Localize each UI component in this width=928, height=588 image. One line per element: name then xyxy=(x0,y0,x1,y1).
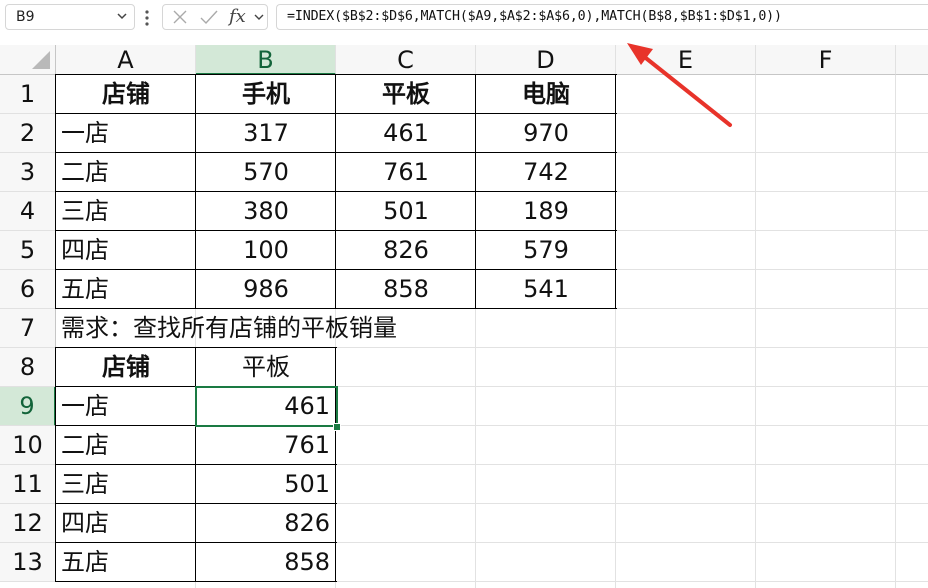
row-header-9[interactable]: 9 xyxy=(0,387,56,426)
row-header-6[interactable]: 6 xyxy=(0,270,56,309)
table-border-line xyxy=(55,74,56,309)
table-border-line xyxy=(56,503,337,504)
formula-text: =INDEX($B$2:$D$6,MATCH($A9,$A$2:$A$6,0),… xyxy=(287,9,782,24)
cell-b3[interactable]: 570 xyxy=(196,153,336,192)
cell-b12[interactable]: 826 xyxy=(196,504,336,543)
cell-d3[interactable]: 742 xyxy=(476,153,616,192)
cell-a13[interactable]: 五店 xyxy=(56,543,196,582)
table-border-line xyxy=(475,74,476,309)
cell-a3[interactable]: 二店 xyxy=(56,153,196,192)
chevron-down-icon[interactable] xyxy=(116,10,128,22)
row-header-1[interactable]: 1 xyxy=(0,75,56,114)
table-border-line xyxy=(56,542,337,543)
cell-c6[interactable]: 858 xyxy=(336,270,476,309)
table-border-line xyxy=(56,191,617,192)
table-border-line xyxy=(335,74,336,309)
table-border-line xyxy=(56,269,617,270)
row-header-10[interactable]: 10 xyxy=(0,426,56,465)
row-header-8[interactable]: 8 xyxy=(0,348,56,387)
active-cell-selection[interactable] xyxy=(195,386,338,427)
cell-a4[interactable]: 三店 xyxy=(56,192,196,231)
enter-check-icon[interactable] xyxy=(199,5,219,29)
cell-b2[interactable]: 317 xyxy=(196,114,336,153)
cancel-icon[interactable] xyxy=(171,5,189,29)
column-header-d[interactable]: D xyxy=(476,45,616,75)
formula-buttons: fx xyxy=(162,4,268,30)
insert-function-button[interactable]: fx xyxy=(229,6,246,27)
table-border-line xyxy=(56,74,617,75)
cell-b10[interactable]: 761 xyxy=(196,426,336,465)
table-border-line xyxy=(56,347,337,348)
cell-c4[interactable]: 501 xyxy=(336,192,476,231)
row-header-3[interactable]: 3 xyxy=(0,153,56,192)
cell-c2[interactable]: 461 xyxy=(336,114,476,153)
table-border-line xyxy=(195,74,196,309)
cell-b11[interactable]: 501 xyxy=(196,465,336,504)
column-header-b[interactable]: B xyxy=(196,45,336,75)
cell-d5[interactable]: 579 xyxy=(476,231,616,270)
annotation-arrow-icon xyxy=(627,43,732,127)
row-header-4[interactable]: 4 xyxy=(0,192,56,231)
cell-a10[interactable]: 二店 xyxy=(56,426,196,465)
table-border-line xyxy=(56,464,337,465)
cell-a9[interactable]: 一店 xyxy=(56,387,196,426)
cell-c3[interactable]: 761 xyxy=(336,153,476,192)
cell-a7-requirement[interactable]: 需求：查找所有店铺的平板销量 xyxy=(56,309,616,348)
column-header-f[interactable]: F xyxy=(756,45,896,75)
column-header-a[interactable]: A xyxy=(56,45,196,75)
row-header-5[interactable]: 5 xyxy=(0,231,56,270)
row-header-7[interactable]: 7 xyxy=(0,309,56,348)
row-header-12[interactable]: 12 xyxy=(0,504,56,543)
table-border-line xyxy=(56,152,617,153)
spreadsheet-grid[interactable]: A B C D E F 1 2 3 4 5 6 7 8 9 10 11 12 1… xyxy=(0,37,928,588)
cell-d4[interactable]: 189 xyxy=(476,192,616,231)
cell-d2[interactable]: 970 xyxy=(476,114,616,153)
chevron-down-icon[interactable] xyxy=(253,5,265,29)
cell-c1[interactable]: 平板 xyxy=(336,75,476,114)
select-all-triangle-icon xyxy=(32,51,50,69)
formula-input[interactable]: =INDEX($B$2:$D$6,MATCH($A9,$A$2:$A$6,0),… xyxy=(276,4,928,30)
select-all-corner[interactable] xyxy=(0,45,56,75)
table-border-line xyxy=(195,347,196,582)
cell-a12[interactable]: 四店 xyxy=(56,504,196,543)
cell-a8[interactable]: 店铺 xyxy=(56,348,196,387)
cell-b8[interactable]: 平板 xyxy=(196,348,336,387)
table-border-line xyxy=(335,347,336,582)
name-box[interactable]: B9 xyxy=(5,4,135,30)
table-border-line xyxy=(56,308,617,309)
cell-b4[interactable]: 380 xyxy=(196,192,336,231)
cell-b13[interactable]: 858 xyxy=(196,543,336,582)
cell-a11[interactable]: 三店 xyxy=(56,465,196,504)
cell-b5[interactable]: 100 xyxy=(196,231,336,270)
formula-bar: B9 fx =INDEX($B$2:$D$6,MATCH($A9,$A$2:$A… xyxy=(0,0,928,37)
column-header-g[interactable] xyxy=(896,45,928,75)
table-border-line xyxy=(56,230,617,231)
cell-a5[interactable]: 四店 xyxy=(56,231,196,270)
table-border-line xyxy=(55,347,56,582)
column-header-c[interactable]: C xyxy=(336,45,476,75)
table-border-line xyxy=(56,581,337,582)
cell-b6[interactable]: 986 xyxy=(196,270,336,309)
table-border-line xyxy=(56,113,617,114)
cell-a1[interactable]: 店铺 xyxy=(56,75,196,114)
row-header-13[interactable]: 13 xyxy=(0,543,56,582)
cell-d1[interactable]: 电脑 xyxy=(476,75,616,114)
cell-a2[interactable]: 一店 xyxy=(56,114,196,153)
row-header-11[interactable]: 11 xyxy=(0,465,56,504)
cell-a6[interactable]: 五店 xyxy=(56,270,196,309)
fill-handle[interactable] xyxy=(333,423,341,431)
row-header-2[interactable]: 2 xyxy=(0,114,56,153)
cell-d6[interactable]: 541 xyxy=(476,270,616,309)
more-options-icon[interactable] xyxy=(144,8,150,28)
name-box-value: B9 xyxy=(16,9,35,25)
cell-b1[interactable]: 手机 xyxy=(196,75,336,114)
cell-c5[interactable]: 826 xyxy=(336,231,476,270)
